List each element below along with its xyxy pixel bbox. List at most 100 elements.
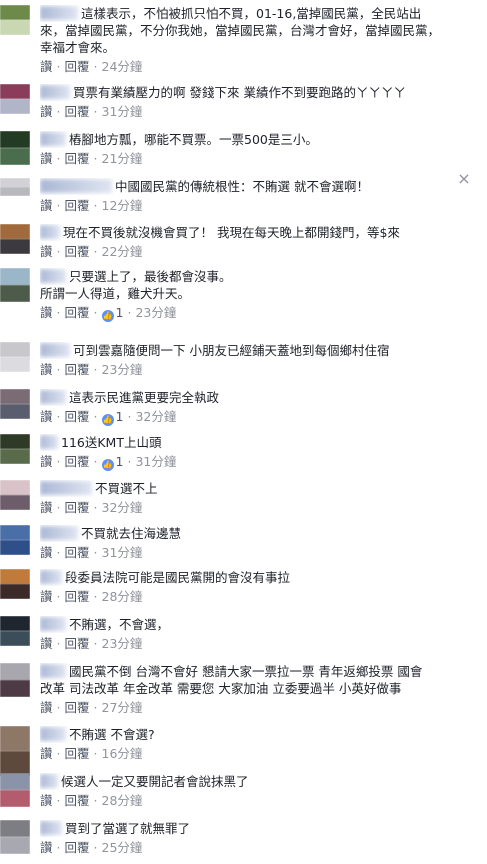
comment-timestamp[interactable]: 23分鐘 [135,305,176,320]
like-link[interactable]: 讚 [40,840,53,855]
comment-timestamp[interactable]: 16分鐘 [102,746,143,761]
avatar[interactable] [0,569,30,599]
avatar[interactable] [0,663,30,697]
close-icon[interactable]: × [456,171,472,187]
reply-link[interactable]: 回覆 [65,636,90,651]
reply-link[interactable]: 回覆 [65,104,90,119]
comment-line: 來，當掉國民黨，不分你我她，當掉國民黨，台灣才會好，當掉國民黨， [40,22,451,39]
like-link[interactable]: 讚 [40,362,53,377]
commenter-name[interactable] [40,821,62,835]
like-link[interactable]: 讚 [40,454,53,469]
commenter-name[interactable] [40,132,66,146]
commenter-name[interactable] [40,225,60,239]
separator-dot: · [56,198,61,213]
commenter-name[interactable] [40,617,66,631]
like-link[interactable]: 讚 [40,244,53,259]
reply-link[interactable]: 回覆 [65,545,90,560]
reply-link[interactable]: 回覆 [65,305,90,320]
reply-link[interactable]: 回覆 [65,793,90,808]
avatar[interactable] [0,84,30,114]
commenter-name[interactable] [40,481,92,495]
comment-timestamp[interactable]: 28分鐘 [102,793,143,808]
reply-link[interactable]: 回覆 [65,746,90,761]
commenter-name[interactable] [40,435,58,449]
avatar[interactable] [0,131,30,165]
commenter-name[interactable] [40,727,66,741]
reply-link[interactable]: 回覆 [65,500,90,515]
reply-link[interactable]: 回覆 [65,589,90,604]
comment-text: 買到了當選了就無罪了 [65,821,191,836]
commenter-name[interactable] [40,390,66,404]
separator-dot: · [56,700,61,715]
comment-timestamp[interactable]: 27分鐘 [102,700,143,715]
comment-line: 只要選上了，最後都會沒事。 [40,268,451,285]
like-link[interactable]: 讚 [40,700,53,715]
commenter-name[interactable] [40,774,58,788]
reply-link[interactable]: 回覆 [65,59,90,74]
comment-timestamp[interactable]: 32分鐘 [102,500,143,515]
separator-dot: · [93,59,98,74]
avatar[interactable] [0,224,30,254]
comment-timestamp[interactable]: 25分鐘 [102,840,143,855]
avatar[interactable] [0,773,30,807]
comment-timestamp[interactable]: 32分鐘 [135,409,176,424]
like-link[interactable]: 讚 [40,746,53,761]
reply-link[interactable]: 回覆 [65,700,90,715]
avatar[interactable] [0,480,30,510]
reply-link[interactable]: 回覆 [65,198,90,213]
comment-line: 國民黨不倒 台灣不會好 懇請大家一票拉一票 青年返鄉投票 國會 [40,663,451,680]
comment-timestamp[interactable]: 12分鐘 [102,198,143,213]
commenter-name[interactable] [40,6,78,20]
avatar[interactable] [0,268,30,302]
avatar[interactable] [0,434,30,464]
comment-text: 不買就去住海邊慧 [81,526,182,541]
like-link[interactable]: 讚 [40,59,53,74]
like-link[interactable]: 讚 [40,589,53,604]
avatar[interactable] [0,5,30,35]
comment-timestamp[interactable]: 21分鐘 [102,151,143,166]
avatar[interactable] [0,525,30,555]
commenter-name[interactable] [40,664,66,678]
avatar[interactable] [0,178,30,196]
like-link[interactable]: 讚 [40,500,53,515]
reply-link[interactable]: 回覆 [65,840,90,855]
comment-timestamp[interactable]: 24分鐘 [102,59,143,74]
like-link[interactable]: 讚 [40,104,53,119]
avatar[interactable] [0,616,30,646]
reply-link[interactable]: 回覆 [65,362,90,377]
avatar[interactable] [0,342,30,372]
comment-timestamp[interactable]: 31分鐘 [102,104,143,119]
reply-link[interactable]: 回覆 [65,409,90,424]
commenter-name[interactable] [40,570,62,584]
thumbs-up-icon[interactable]: 👍 [101,459,114,471]
like-link[interactable]: 讚 [40,409,53,424]
avatar[interactable] [0,726,30,776]
reply-link[interactable]: 回覆 [65,151,90,166]
comment-timestamp[interactable]: 22分鐘 [102,244,143,259]
commenter-name[interactable] [40,343,70,357]
like-link[interactable]: 讚 [40,636,53,651]
avatar[interactable] [0,820,30,854]
like-link[interactable]: 讚 [40,198,53,213]
like-link[interactable]: 讚 [40,305,53,320]
comment-timestamp[interactable]: 23分鐘 [102,362,143,377]
comment-timestamp[interactable]: 28分鐘 [102,589,143,604]
comment-timestamp[interactable]: 31分鐘 [135,454,176,469]
reply-link[interactable]: 回覆 [65,454,90,469]
like-link[interactable]: 讚 [40,793,53,808]
comment-actions: 讚 · 回覆 · 👍 1 · 32分鐘 [40,408,176,426]
thumbs-up-icon[interactable]: 👍 [101,310,114,322]
separator-dot: · [93,636,98,651]
comment-timestamp[interactable]: 31分鐘 [102,545,143,560]
like-link[interactable]: 讚 [40,545,53,560]
comment-actions: 讚 · 回覆 · 31分鐘 [40,103,142,120]
comment-timestamp[interactable]: 23分鐘 [102,636,143,651]
commenter-name[interactable] [40,85,70,99]
thumbs-up-icon[interactable]: 👍 [101,414,114,426]
avatar[interactable] [0,389,30,419]
commenter-name[interactable] [40,526,78,540]
commenter-name[interactable] [40,269,66,283]
like-link[interactable]: 讚 [40,151,53,166]
reply-link[interactable]: 回覆 [65,244,90,259]
commenter-name[interactable] [40,179,112,193]
